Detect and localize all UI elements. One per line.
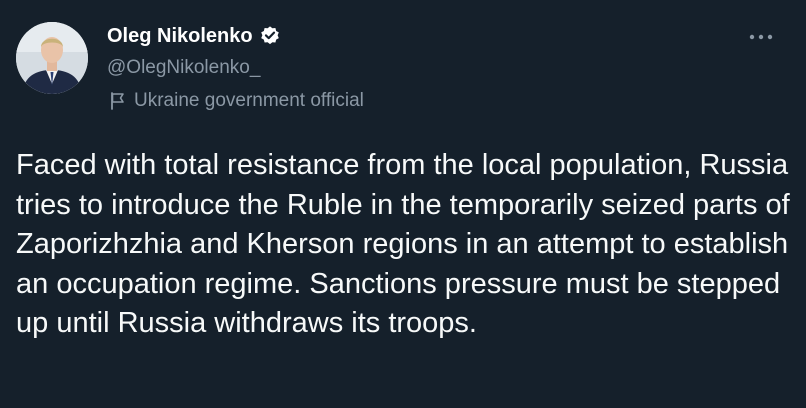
author-name[interactable]: Oleg Nikolenko — [107, 24, 253, 48]
verified-badge-icon — [259, 25, 281, 47]
affiliation-label: Ukraine government official — [108, 89, 364, 113]
tweet-card: Oleg Nikolenko @OlegNikolenko_ Ukraine g… — [0, 0, 806, 408]
flag-icon — [108, 91, 128, 111]
tweet-text: Faced with total resistance from the loc… — [16, 149, 790, 339]
avatar[interactable] — [16, 22, 88, 94]
more-options-icon — [749, 34, 773, 40]
avatar-image — [16, 22, 88, 94]
author-name-row: Oleg Nikolenko — [107, 24, 281, 48]
affiliation-text: Ukraine government official — [134, 90, 364, 111]
author-handle[interactable]: @OlegNikolenko_ — [107, 56, 260, 80]
more-options-button[interactable] — [746, 24, 776, 50]
